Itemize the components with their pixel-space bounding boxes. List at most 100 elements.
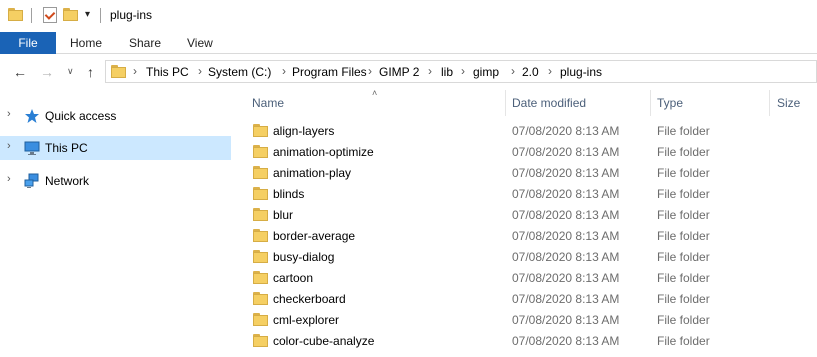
table-row[interactable]: align-layers 07/08/2020 8:13 AM File folde… [248, 120, 817, 141]
recent-locations-icon[interactable]: ∨ [67, 66, 74, 77]
file-type: File folder [657, 208, 710, 222]
folder-icon [253, 250, 268, 263]
network-icon [24, 173, 39, 188]
computer-icon [24, 141, 40, 155]
file-date-modified: 07/08/2020 8:13 AM [512, 187, 620, 201]
folder-icon [111, 65, 126, 78]
expand-chevron-icon[interactable]: › [7, 108, 11, 120]
breadcrumb-chevron-icon[interactable]: › [282, 64, 286, 78]
address-bar[interactable]: › This PC › System (C:) › Program Files … [105, 60, 817, 83]
file-type: File folder [657, 166, 710, 180]
folder-icon [253, 313, 268, 326]
column-header-size[interactable]: Size [777, 96, 800, 110]
table-row[interactable]: border-average 07/08/2020 8:13 AM File fol… [248, 225, 817, 246]
folder-icon [253, 334, 268, 347]
file-name: cml-explorer [273, 313, 340, 327]
sidebar-item-label: This PC [45, 141, 88, 155]
file-list: ˄ Name Date modified Type Size align-lay… [238, 88, 817, 357]
file-type: File folder [657, 271, 710, 285]
file-name: blinds [273, 187, 305, 201]
forward-arrow-icon[interactable]: → [40, 64, 54, 80]
new-folder-icon[interactable] [63, 8, 78, 21]
breadcrumb-program-files[interactable]: Program Files [292, 65, 367, 79]
breadcrumb-this-pc[interactable]: This PC [146, 65, 189, 79]
file-name: animation-play [273, 166, 352, 180]
folder-icon [253, 208, 268, 221]
properties-icon[interactable] [43, 7, 57, 23]
customize-toolbar-icon[interactable]: ▾ [85, 9, 90, 20]
column-divider[interactable] [650, 90, 651, 116]
table-row[interactable]: animation-optimize 07/08/2020 8:13 AM File… [248, 141, 817, 162]
breadcrumb-plug-ins[interactable]: plug-ins [560, 65, 602, 79]
file-date-modified: 07/08/2020 8:13 AM [512, 166, 620, 180]
table-row[interactable]: busy-dialog 07/08/2020 8:13 AM File folder [248, 246, 817, 267]
sidebar-item-this-pc[interactable]: › This PC [0, 136, 231, 160]
breadcrumb-chevron-icon[interactable]: › [368, 64, 372, 78]
file-date-modified: 07/08/2020 8:13 AM [512, 334, 620, 348]
breadcrumb-chevron-icon[interactable]: › [133, 64, 137, 78]
sort-ascending-icon: ˄ [372, 88, 378, 98]
back-arrow-icon[interactable]: ← [13, 64, 27, 80]
file-name: border-average [273, 229, 356, 243]
breadcrumb-chevron-icon[interactable]: › [548, 64, 552, 78]
folder-icon [253, 145, 268, 158]
table-row[interactable]: cartoon 07/08/2020 8:13 AM File folder [248, 267, 817, 288]
folder-icon [8, 8, 23, 21]
breadcrumb-system-c[interactable]: System (C:) [208, 65, 271, 79]
star-icon [25, 109, 39, 123]
table-row[interactable]: color-cube-analyze 07/08/2020 8:13 AM File… [248, 330, 817, 351]
breadcrumb-chevron-icon[interactable]: › [428, 64, 432, 78]
folder-icon [253, 271, 268, 284]
breadcrumb-gimp[interactable]: gimp [473, 65, 499, 79]
expand-chevron-icon[interactable]: › [7, 140, 11, 152]
ribbon: File Home Share View [0, 32, 817, 54]
folder-icon [253, 229, 268, 242]
folder-icon [253, 187, 268, 200]
column-divider[interactable] [505, 90, 506, 116]
file-tab[interactable]: File [0, 32, 56, 54]
table-row[interactable]: blur 07/08/2020 8:13 AM File folder [248, 204, 817, 225]
file-type: File folder [657, 124, 710, 138]
file-date-modified: 07/08/2020 8:13 AM [512, 271, 620, 285]
table-row[interactable]: checkerboard 07/08/2020 8:13 AM File folde… [248, 288, 817, 309]
column-header-date-modified[interactable]: Date modified [512, 96, 586, 110]
breadcrumb-chevron-icon[interactable]: › [511, 64, 515, 78]
file-type: File folder [657, 187, 710, 201]
breadcrumb-gimp-2[interactable]: GIMP 2 [379, 65, 419, 79]
sidebar-item-quick-access[interactable]: › Quick access [0, 104, 231, 128]
breadcrumb-2-0[interactable]: 2.0 [522, 65, 539, 79]
column-header-type[interactable]: Type [657, 96, 683, 110]
toolbar-separator [31, 8, 32, 23]
file-type: File folder [657, 334, 710, 348]
breadcrumb-lib[interactable]: lib [441, 65, 453, 79]
file-date-modified: 07/08/2020 8:13 AM [512, 229, 620, 243]
table-row[interactable]: cml-explorer 07/08/2020 8:13 AM File folde… [248, 309, 817, 330]
file-date-modified: 07/08/2020 8:13 AM [512, 313, 620, 327]
file-type: File folder [657, 145, 710, 159]
file-date-modified: 07/08/2020 8:13 AM [512, 208, 620, 222]
column-divider[interactable] [769, 90, 770, 116]
file-date-modified: 07/08/2020 8:13 AM [512, 292, 620, 306]
file-type: File folder [657, 250, 710, 264]
file-type: File folder [657, 229, 710, 243]
table-row[interactable]: animation-play 07/08/2020 8:13 AM File fol… [248, 162, 817, 183]
sidebar-item-network[interactable]: › Network [0, 169, 231, 193]
file-name: busy-dialog [273, 250, 335, 264]
folder-icon [253, 166, 268, 179]
table-row[interactable]: blinds 07/08/2020 8:13 AM File folder [248, 183, 817, 204]
file-name: animation-optimize [273, 145, 374, 159]
title-bar: ▾ plug-ins [0, 0, 817, 32]
breadcrumb-chevron-icon[interactable]: › [461, 64, 465, 78]
file-date-modified: 07/08/2020 8:13 AM [512, 124, 620, 138]
tab-share[interactable]: Share [129, 36, 161, 50]
expand-chevron-icon[interactable]: › [7, 173, 11, 185]
tab-home[interactable]: Home [70, 36, 102, 50]
tab-view[interactable]: View [187, 36, 213, 50]
sidebar-item-label: Network [45, 174, 90, 188]
breadcrumb-chevron-icon[interactable]: › [198, 64, 202, 78]
navigation-pane: › Quick access › This PC › Network [0, 90, 238, 357]
column-header-name[interactable]: Name [252, 96, 284, 110]
file-name: blur [273, 208, 294, 222]
window-title: plug-ins [110, 8, 153, 22]
up-arrow-icon[interactable]: ↑ [87, 64, 94, 80]
